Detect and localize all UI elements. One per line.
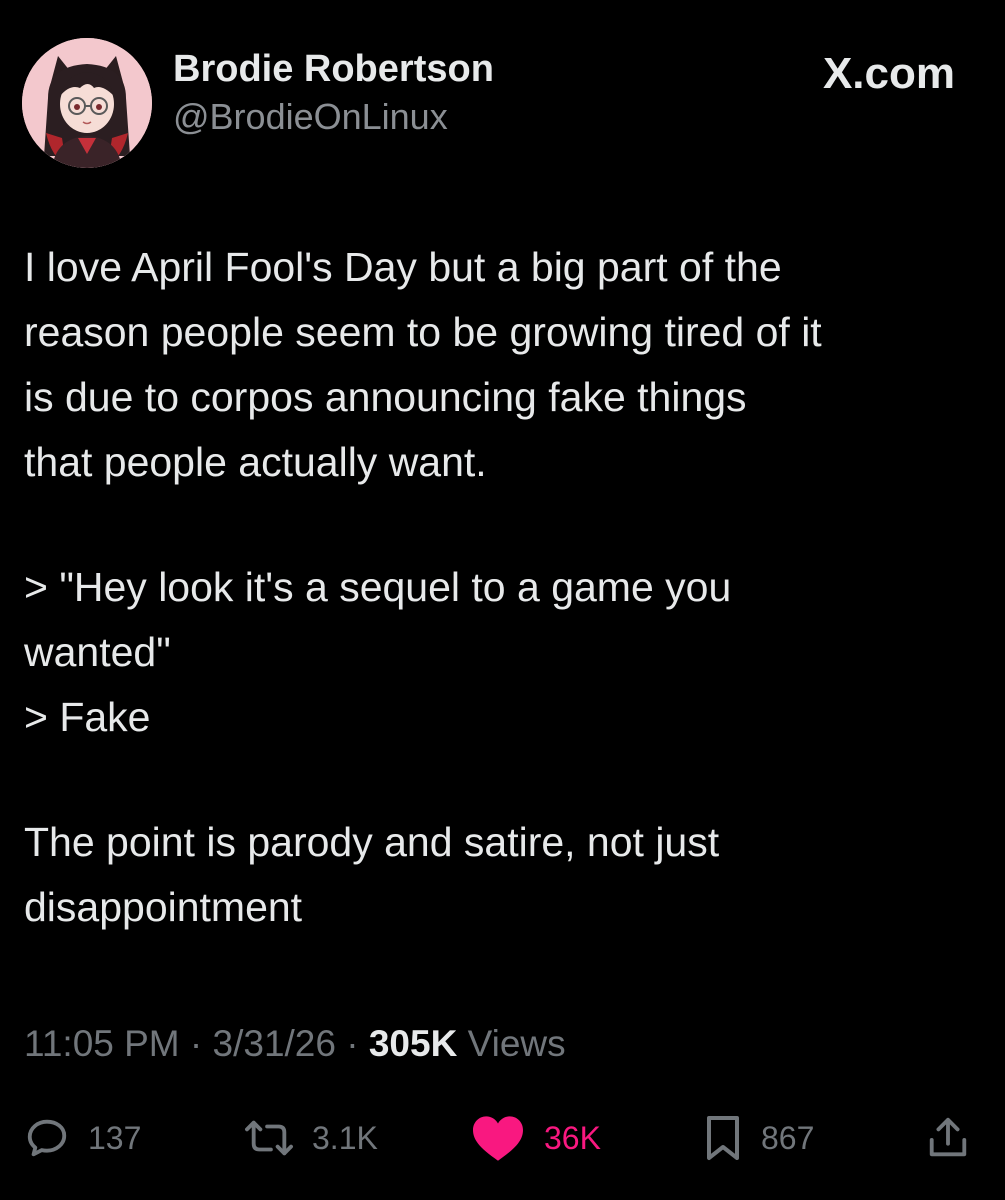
tweet-line: I love April Fool's Day but a big part o… [24, 244, 782, 290]
reply-count: 137 [88, 1119, 142, 1156]
views-label: Views [467, 1023, 566, 1064]
tweet-line: disappointment [24, 884, 303, 930]
share-icon [929, 1117, 967, 1157]
brand-label: X.com [822, 49, 955, 98]
meta-separator: · [346, 1023, 359, 1064]
repost-count: 3.1K [312, 1119, 378, 1156]
tweet-header: Brodie Robertson @BrodieOnLinux X.com [0, 0, 1005, 190]
reply-icon [27, 1119, 67, 1157]
tweet-line: reason people seem to be growing tired o… [24, 309, 822, 355]
author-display-name[interactable]: Brodie Robertson [173, 46, 494, 92]
repost-button[interactable]: 3.1K [244, 1110, 378, 1166]
reply-button[interactable]: 137 [24, 1110, 141, 1166]
author-handle[interactable]: @BrodieOnLinux [173, 94, 494, 140]
bookmark-button[interactable]: 867 [703, 1110, 814, 1166]
tweet-time[interactable]: 11:05 PM [24, 1023, 180, 1064]
tweet-meta: 11:05 PM · 3/31/26 · 305K Views [24, 1020, 566, 1068]
tweet-line: > "Hey look it's a sequel to a game you [24, 564, 732, 610]
tweet-text: I love April Fool's Day but a big part o… [24, 235, 984, 940]
repost-icon [245, 1120, 293, 1156]
anime-avatar-icon [22, 38, 152, 168]
tweet-date[interactable]: 3/31/26 [213, 1023, 336, 1064]
like-count: 36K [544, 1119, 601, 1156]
tweet-line: is due to corpos announcing fake things [24, 374, 747, 420]
avatar[interactable] [22, 38, 152, 168]
author-block[interactable]: Brodie Robertson @BrodieOnLinux [173, 46, 494, 140]
tweet-paragraph: I love April Fool's Day but a big part o… [24, 235, 984, 495]
like-button[interactable]: 36K [470, 1110, 601, 1166]
meta-separator: · [189, 1023, 203, 1064]
views-count: 305K [368, 1023, 458, 1064]
tweet-line: wanted" [24, 629, 171, 675]
bookmark-icon [707, 1116, 739, 1160]
tweet-line: The point is parody and satire, not just [24, 819, 720, 865]
tweet-paragraph: The point is parody and satire, not just… [24, 810, 984, 940]
heart-icon [473, 1116, 523, 1161]
tweet-line: > Fake [24, 694, 151, 740]
tweet-line: that people actually want. [24, 439, 487, 485]
bookmark-count: 867 [761, 1119, 815, 1156]
action-bar: 137 3.1K 36K 867 [0, 1110, 1005, 1166]
share-button[interactable] [925, 1110, 971, 1166]
tweet-paragraph: > "Hey look it's a sequel to a game you … [24, 555, 984, 750]
